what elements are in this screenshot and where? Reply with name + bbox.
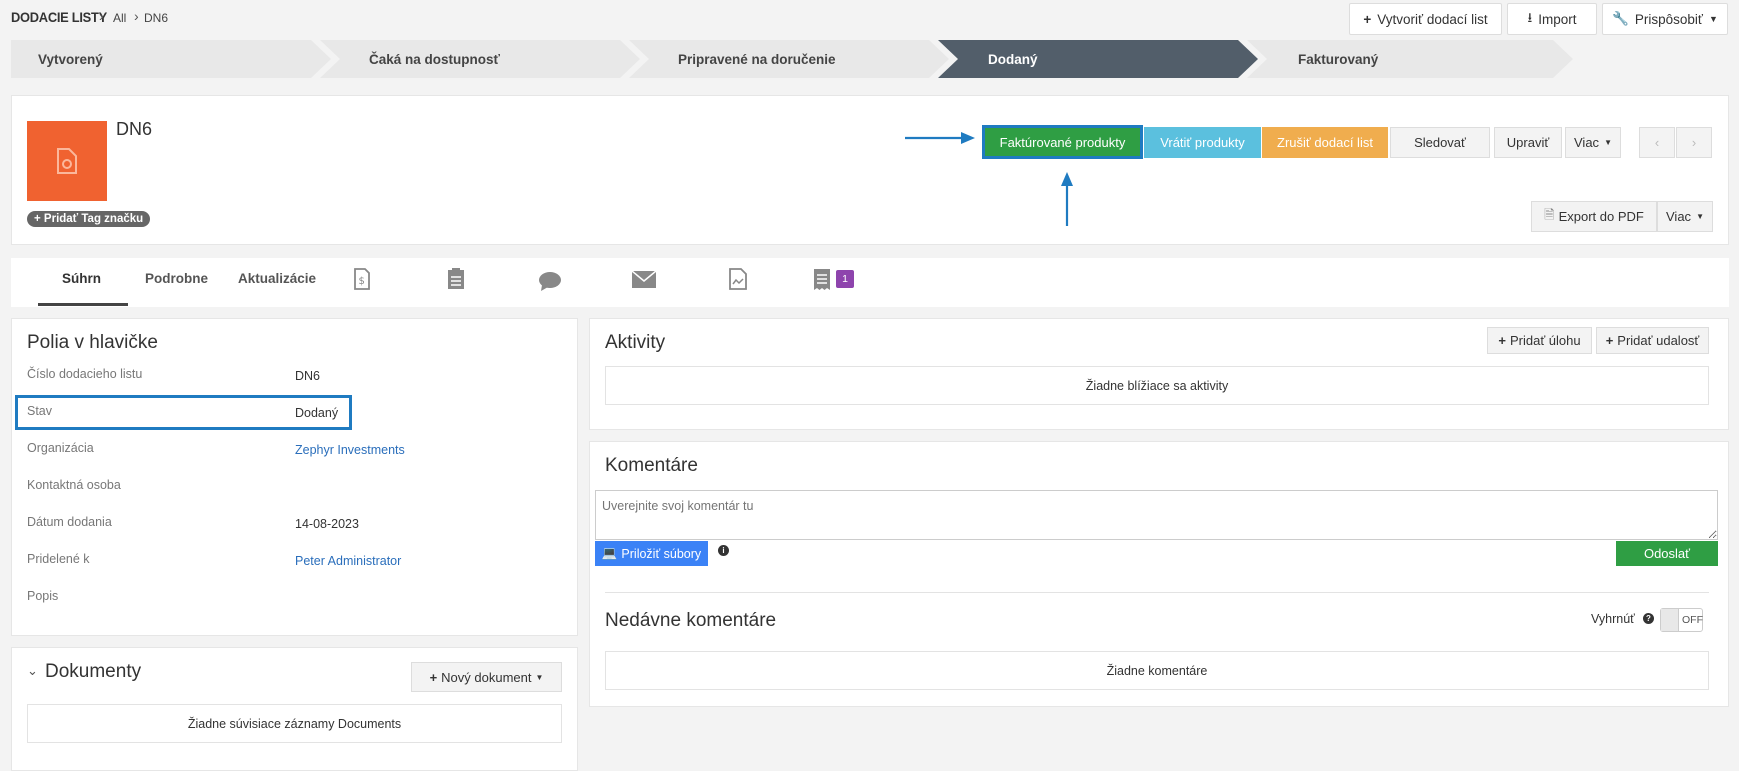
more-actions-button[interactable]: Viac ▼	[1565, 127, 1621, 158]
comments-empty: Žiadne komentáre	[605, 651, 1709, 690]
pipeline-stage-awaiting[interactable]: Čaká na dostupnosť	[320, 40, 640, 78]
new-document-button[interactable]: + Nový dokument ▼	[411, 662, 562, 692]
activities-empty: Žiadne blížiace sa aktivity	[605, 366, 1709, 405]
toggle-state: OFF	[1682, 614, 1703, 626]
email-icon[interactable]	[632, 271, 656, 288]
field-label: Stav	[27, 404, 53, 418]
customize-button[interactable]: 🔧 Prispôsobiť ▼	[1602, 3, 1728, 35]
active-tab-indicator	[38, 303, 128, 306]
laptop-icon: 💻	[601, 546, 618, 560]
info-icon[interactable]: i	[718, 545, 729, 556]
import-button[interactable]: ⭳ Import	[1507, 3, 1597, 35]
arrow-up-icon	[1061, 172, 1073, 226]
pdf-file-icon: 🗎	[1544, 206, 1555, 222]
plus-icon: +	[429, 669, 438, 685]
arrow-right-icon	[905, 132, 975, 144]
create-delivery-note-button[interactable]: + Vytvoriť dodací list	[1349, 3, 1502, 35]
download-icon: ⭳	[1527, 9, 1533, 25]
caret-down-icon: ▼	[535, 672, 544, 682]
next-record-button[interactable]: ›	[1676, 127, 1712, 158]
comments-title: Komentáre	[605, 455, 698, 476]
document-list-icon[interactable]	[447, 268, 465, 290]
documents-title: Dokumenty	[45, 661, 142, 682]
field-label: Pridelené k	[27, 552, 90, 566]
divider	[605, 592, 1709, 593]
pipeline-stage-created[interactable]: Vytvorený	[11, 40, 331, 78]
status-pipeline: Vytvorený Čaká na dostupnosť Pripravené …	[11, 40, 1573, 78]
record-image	[27, 121, 107, 201]
record-header-panel	[11, 95, 1729, 245]
documents-empty: Žiadne súvisiace záznamy Documents	[27, 704, 562, 743]
signed-document-icon[interactable]	[729, 268, 747, 290]
plus-icon: +	[1605, 333, 1614, 348]
module-title[interactable]: DODACIE LISTY	[11, 9, 107, 25]
tab-detail[interactable]: Podrobne	[145, 271, 208, 286]
toggle-knob	[1661, 609, 1679, 631]
chevron-down-icon[interactable]: ⌄	[27, 663, 38, 679]
help-icon[interactable]: ?	[1643, 613, 1654, 624]
svg-text:$: $	[359, 276, 365, 287]
export-pdf-button[interactable]: 🗎 Export do PDF	[1531, 201, 1657, 232]
comment-icon[interactable]	[538, 271, 562, 291]
count-badge: 1	[836, 270, 854, 288]
field-label: Číslo dodacieho listu	[27, 367, 143, 381]
follow-button[interactable]: Sledovať	[1390, 127, 1490, 158]
field-label: Kontaktná osoba	[27, 478, 121, 492]
plus-icon: +	[34, 213, 41, 225]
pipeline-stage-ready[interactable]: Pripravené na doručenie	[629, 40, 949, 78]
chevron-right-icon: ›	[1691, 135, 1697, 150]
invoice-icon[interactable]: $	[354, 268, 370, 290]
add-task-button[interactable]: + Pridať úlohu	[1487, 327, 1592, 354]
caret-down-icon: ▼	[1708, 14, 1718, 24]
comment-input[interactable]	[595, 490, 1718, 540]
field-label: Popis	[27, 589, 59, 603]
field-value: 14-08-2023	[295, 517, 359, 531]
cancel-delivery-note-button[interactable]: Zrušiť dodací list	[1262, 127, 1388, 158]
plus-icon: +	[1363, 11, 1372, 27]
breadcrumb-record: DN6	[144, 11, 169, 25]
attach-files-button[interactable]: 💻 Priložiť súbory	[595, 541, 708, 566]
chevron-left-icon: ‹	[1654, 135, 1660, 150]
field-label: Organizácia	[27, 441, 94, 455]
tab-updates[interactable]: Aktualizácie	[238, 271, 316, 286]
more-export-button[interactable]: Viac ▼	[1657, 201, 1713, 232]
organization-link[interactable]: Zephyr Investments	[295, 443, 405, 457]
header-fields-panel	[11, 318, 578, 636]
receipt-icon[interactable]	[813, 268, 831, 291]
add-tag-button[interactable]: + Pridať Tag značku	[27, 211, 151, 227]
chevron-right-icon: ›	[134, 8, 139, 24]
chevron-right-icon: ›	[99, 8, 104, 24]
pipeline-stage-invoiced[interactable]: Fakturovaný	[1247, 40, 1573, 78]
tab-summary[interactable]: Súhrn	[62, 271, 101, 286]
wrench-icon: 🔧	[1612, 11, 1629, 26]
invoiced-products-button[interactable]: Faktúrované produkty	[982, 125, 1143, 159]
previous-record-button[interactable]: ‹	[1639, 127, 1675, 158]
collapse-toggle[interactable]: OFF	[1660, 608, 1703, 632]
record-title: DN6	[116, 119, 153, 139]
breadcrumb-all[interactable]: All	[113, 11, 126, 25]
field-value: Dodaný	[295, 406, 339, 420]
field-label: Dátum dodania	[27, 515, 112, 529]
add-event-button[interactable]: + Pridať udalosť	[1596, 327, 1709, 354]
field-value: DN6	[295, 369, 321, 383]
edit-button[interactable]: Upraviť	[1494, 127, 1562, 158]
activities-title: Aktivity	[605, 332, 666, 353]
caret-down-icon: ▼	[1604, 138, 1612, 147]
collapse-label: Vyhrnúť	[1591, 612, 1635, 626]
recent-comments-title: Nedávne komentáre	[605, 610, 777, 631]
document-icon	[57, 148, 77, 174]
pipeline-stage-delivered[interactable]: Dodaný	[938, 40, 1258, 78]
send-comment-button[interactable]: Odoslať	[1616, 541, 1718, 566]
return-products-button[interactable]: Vrátiť produkty	[1144, 127, 1261, 158]
assigned-user-link[interactable]: Peter Administrator	[295, 554, 401, 568]
header-fields-title: Polia v hlavičke	[27, 332, 158, 353]
caret-down-icon: ▼	[1696, 212, 1704, 221]
plus-icon: +	[1498, 333, 1506, 348]
